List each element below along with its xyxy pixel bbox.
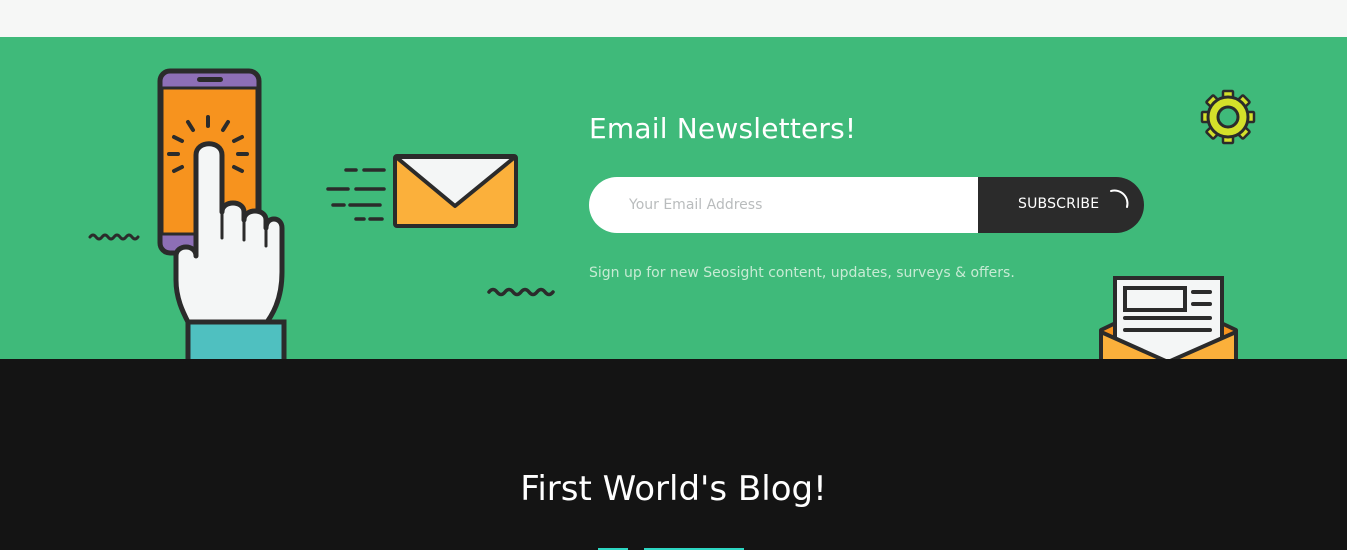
gear-icon: [1200, 89, 1256, 145]
newsletter-envelope-icon: [1099, 276, 1238, 359]
newsletter-section: Email Newsletters! SUBSCRIBE Sign up for…: [0, 37, 1347, 359]
subscribe-button[interactable]: SUBSCRIBE: [978, 177, 1144, 233]
loading-spinner-icon: [1110, 189, 1129, 208]
blog-title: First World's Blog!: [520, 469, 827, 509]
squiggle-decoration-left: [88, 233, 140, 241]
email-input[interactable]: [589, 177, 978, 233]
top-strip: [0, 0, 1347, 37]
envelope-icon: [326, 154, 518, 228]
subscribe-button-label: SUBSCRIBE: [1018, 196, 1100, 212]
phone-tap-illustration: [157, 68, 287, 359]
squiggle-decoration-right: [487, 287, 555, 297]
newsletter-title: Email Newsletters!: [589, 112, 857, 145]
blog-section: First World's Blog!: [0, 359, 1347, 550]
subscribe-form: SUBSCRIBE: [589, 177, 1144, 233]
newsletter-hint: Sign up for new Seosight content, update…: [589, 265, 1015, 281]
